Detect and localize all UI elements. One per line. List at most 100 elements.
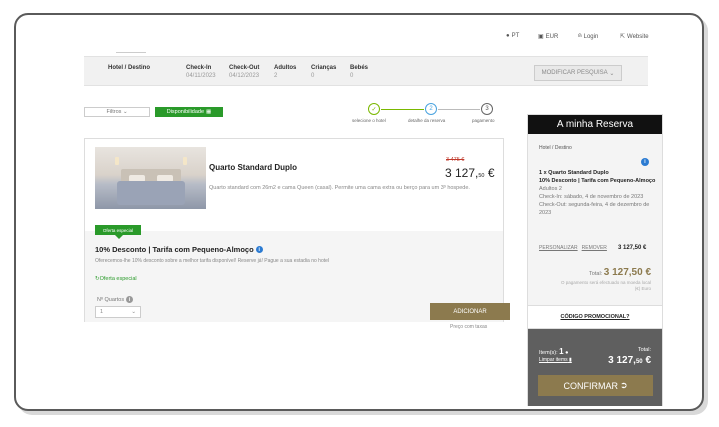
- babies-value: 0: [350, 73, 354, 79]
- summary-adults: Adultos 2: [274, 65, 296, 79]
- info-icon[interactable]: i: [126, 296, 134, 303]
- reservation-footer: Item(s): 1 ● Limpar items ▮ Total: 3 127…: [528, 329, 662, 406]
- language-selector[interactable]: ● PT: [506, 33, 519, 39]
- chevron-down-icon: ⌄: [122, 109, 128, 115]
- adults-label: Adultos: [274, 65, 297, 71]
- step-1-check-icon: ✓: [368, 103, 380, 115]
- footer-total-value: 3 127,50 €: [608, 355, 651, 366]
- trash-icon: ▮: [569, 357, 572, 363]
- reservation-line-price: 3 127,50 €: [618, 245, 647, 251]
- currency-selector[interactable]: ▣ EUR: [538, 33, 559, 41]
- customize-link[interactable]: PERSONALIZAR: [539, 245, 578, 251]
- checkout-label: Check-Out: [229, 65, 260, 71]
- external-link-icon: ⇱: [620, 34, 626, 40]
- reservation-panel: A minha Reserva Hotel / Destino i 1 x Qu…: [527, 114, 663, 406]
- step-2: 2: [425, 103, 437, 115]
- reservation-checkin: Check-In: sábado, 4 de novembro de 2023: [539, 194, 644, 200]
- remove-link[interactable]: REMOVER: [582, 245, 607, 251]
- checkin-value: 04/11/2023: [186, 73, 216, 79]
- clear-items-link[interactable]: Limpar items ▮: [539, 357, 572, 363]
- children-value: 0: [311, 73, 315, 79]
- top-bar: ● PT ▣ EUR ⍝ Login ⇱ Website: [16, 33, 702, 45]
- reservation-line-rate: 10% Desconto | Tarifa com Pequeno-Almoço: [539, 178, 656, 184]
- lamp-shape: [115, 157, 119, 165]
- checkout-value: 04/12/2023: [229, 73, 260, 79]
- taxes-label: Preço com taxas: [450, 324, 488, 330]
- lamp-shape: [183, 157, 187, 165]
- step-1-label: selecione o hotel: [352, 118, 386, 123]
- items-label: Item(s):: [539, 350, 558, 356]
- info-icon[interactable]: i: [255, 246, 263, 253]
- modify-search-label: MODIFICAR PESQUISA: [541, 70, 608, 76]
- info-icon[interactable]: ●: [565, 350, 568, 356]
- search-summary: Hotel / Destino Check-In 04/11/2023 Chec…: [84, 56, 648, 86]
- rooms-select[interactable]: 1 ⌄: [95, 306, 141, 318]
- reservation-links: PERSONALIZAR REMOVER: [539, 245, 611, 251]
- promo-code-link[interactable]: CÓDIGO PROMOCIONAL?: [528, 305, 662, 329]
- website-label: Website: [627, 33, 649, 40]
- reservation-total-label: Total:: [589, 271, 603, 277]
- footer-total-dec: 50: [635, 359, 643, 365]
- reservation-header: A minha Reserva: [528, 115, 662, 134]
- summary-checkout: Check-Out 04/12/2023: [229, 65, 259, 79]
- footer-total-label: Total:: [637, 347, 651, 353]
- items-count-value: 1: [559, 347, 564, 356]
- new-price-currency: €: [487, 166, 495, 180]
- globe-icon: ●: [506, 33, 510, 39]
- reservation-info: i: [641, 150, 649, 168]
- reservation-line: 1 x Quarto Standard Duplo 10% Desconto |…: [539, 169, 657, 217]
- availability-button[interactable]: Disponibilidade ▦: [155, 107, 223, 117]
- browser-frame: ● PT ▣ EUR ⍝ Login ⇱ Website Hotel / Destino…: [14, 13, 704, 411]
- special-offer-badge: Oferta especial: [95, 225, 141, 239]
- reservation-adults: Adultos 2: [539, 186, 562, 192]
- room-image[interactable]: [95, 147, 206, 209]
- step-2-number: 2: [429, 106, 433, 112]
- new-price-dec: 50: [478, 173, 485, 179]
- footer-total-currency: €: [645, 355, 651, 366]
- reservation-total: Total: 3 127,50 €: [589, 267, 651, 278]
- tab-underline: [116, 52, 146, 53]
- info-icon[interactable]: i: [641, 158, 649, 166]
- footer-total-int: 3 127,: [608, 355, 636, 366]
- money-icon: ▣: [538, 34, 544, 40]
- chevron-down-icon: ⌄: [609, 70, 615, 77]
- room-title: Quarto Standard Duplo: [209, 163, 297, 172]
- room-description: Quarto standard com 26m2 e cama Queen (c…: [209, 185, 470, 191]
- reservation-total-value: 3 127,50 €: [603, 267, 651, 278]
- summary-checkin: Check-In 04/11/2023: [186, 65, 216, 79]
- login-link[interactable]: ⍝ Login: [578, 33, 598, 40]
- new-price-int: 3 127,: [445, 166, 479, 180]
- summary-children: Crianças 0: [311, 65, 336, 79]
- step-3: 3: [481, 103, 493, 115]
- reservation-hotel-label: Hotel / Destino: [539, 145, 572, 151]
- confirm-button[interactable]: CONFIRMAR ➲: [538, 375, 653, 396]
- user-icon: ⍝: [578, 33, 582, 39]
- rate-title: 10% Desconto | Tarifa com Pequeno-Almoço…: [95, 245, 263, 254]
- rate-description: Oferecemos-lhe 10% desconto sobre a melh…: [95, 258, 330, 264]
- add-button[interactable]: ADICIONAR: [430, 303, 510, 320]
- filters-button[interactable]: Filtros ⌄: [84, 107, 150, 117]
- calendar-icon: ▦: [206, 109, 212, 115]
- filters-label: Filtros: [106, 109, 122, 115]
- arrow-right-circle-icon: ➲: [619, 380, 628, 390]
- summary-babies: Bebés 0: [350, 65, 368, 79]
- step-3-number: 3: [485, 106, 489, 112]
- rooms-select-value: 1: [100, 309, 104, 315]
- old-price: 3 475 €: [446, 157, 465, 163]
- new-price: 3 127,50 €: [445, 166, 495, 180]
- special-offer-link[interactable]: ↻Oferta especial: [95, 276, 137, 282]
- chevron-down-icon: ⌄: [131, 309, 136, 315]
- special-offer-label: Oferta especial: [99, 276, 137, 282]
- website-link[interactable]: ⇱ Website: [620, 33, 649, 41]
- step-3-label: pagamento: [472, 118, 495, 123]
- items-count: Item(s): 1 ●: [539, 347, 568, 356]
- hotel-label: Hotel / Destino: [108, 65, 151, 71]
- modify-search-button[interactable]: MODIFICAR PESQUISA ⌄: [534, 65, 622, 81]
- checkin-label: Check-In: [186, 65, 212, 71]
- rooms-label-text: Nº Quartos: [97, 296, 125, 303]
- room-card: Quarto Standard Duplo Quarto standard co…: [84, 138, 504, 322]
- currency-label: EUR: [545, 33, 559, 40]
- rate-title-text: 10% Desconto | Tarifa com Pequeno-Almoço: [95, 245, 254, 254]
- language-label: PT: [511, 33, 520, 39]
- summary-hotel: Hotel / Destino: [108, 65, 150, 71]
